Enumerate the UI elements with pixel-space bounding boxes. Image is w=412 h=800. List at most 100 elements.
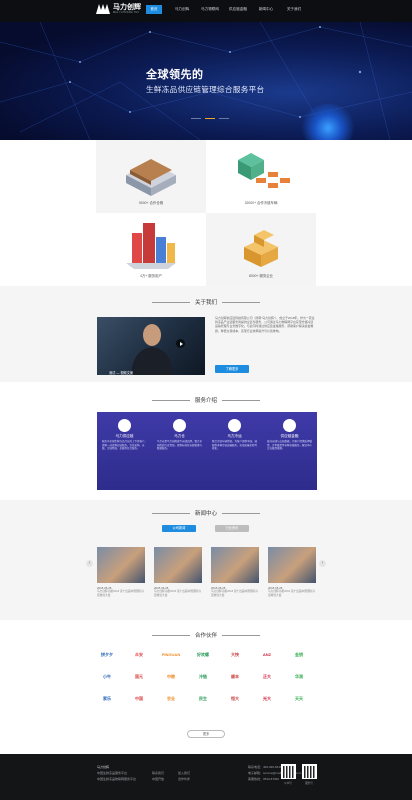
footer-col-brand: 马力创辉 中国生鲜冻品服务平台 中国生鲜冻品物联网服务平台 — [97, 764, 136, 782]
stat-label: 5000+ 合作仓储 — [138, 201, 164, 205]
service-title: 马力冷运 — [227, 434, 242, 438]
warehouse-icon — [173, 419, 186, 432]
stat-label: 4万+ 服务用户 — [140, 274, 162, 278]
partner-logo[interactable]: 冷链 — [192, 670, 214, 683]
play-icon[interactable] — [176, 339, 185, 348]
hero-title: 全球领先的 — [146, 69, 204, 81]
partner-logo[interactable]: 民生 — [192, 692, 214, 705]
carousel-indicators — [191, 118, 229, 120]
qr-code-service — [302, 764, 317, 779]
stat-enterprises: 8000+ 服务企业 — [206, 213, 316, 286]
about-more-button[interactable]: 了解更多 — [215, 365, 249, 373]
tab-company-news[interactable]: 公司新闻 — [162, 525, 196, 532]
footer-link[interactable]: 中国生鲜冻品物联网服务平台 — [97, 776, 136, 782]
main-nav: 首页 马力创辉 马力物联网 供应链金融 新闻中心 关于我们 — [146, 5, 308, 14]
brand-logo[interactable]: 马力创辉 MALI CHUANG HUI — [96, 4, 141, 14]
service-desc: 马力仓是马力创辉旗下仓储品牌，整合全国优质冷库资源，提供标准化仓储管理与数据服务… — [157, 440, 203, 451]
partner-logo[interactable]: 国元 — [128, 670, 150, 683]
partner-logo[interactable]: 众安 — [128, 648, 150, 661]
services-title: 服务介绍 — [0, 396, 412, 404]
nav-finance[interactable]: 供应链金融 — [224, 5, 252, 14]
partner-logo[interactable]: 金钥 — [288, 648, 310, 661]
news-card[interactable]: 2018-05-28 马力创辉亮相2018 第十四届中国国际冷链物流大会 — [97, 547, 145, 597]
partner-logo[interactable]: 中粮 — [160, 670, 182, 683]
nav-iot[interactable]: 马力物联网 — [196, 5, 224, 14]
service-title: 马力仓 — [174, 434, 185, 438]
carousel-dot-active[interactable] — [205, 118, 215, 120]
partner-logo[interactable]: 天天 — [288, 692, 310, 705]
hero-banner: 全球领先的 生鲜冻品供应链管理综合服务平台 — [0, 22, 412, 140]
service-card-cold-transport[interactable]: 马力冷运 整合冷链车辆资源，为客户提供干线、城配等多种冷链运输服务，实现运输全程… — [207, 412, 262, 490]
footer-link[interactable]: 中国开放 — [152, 776, 164, 782]
hero-subtitle: 生鲜冻品供应链管理综合服务平台 — [146, 85, 265, 94]
news-next-icon[interactable]: › — [319, 560, 326, 567]
footer-col-join: 加入我们 合作伙伴 — [178, 770, 190, 782]
supply-chain-icon — [118, 419, 131, 432]
partner-logo[interactable]: 中国 — [128, 692, 150, 705]
partner-logo[interactable]: 农业 — [160, 692, 182, 705]
partner-logo[interactable]: 华润 — [288, 670, 310, 683]
stat-warehouses: 5000+ 合作仓储 — [96, 140, 206, 213]
nav-news[interactable]: 新闻中心 — [252, 5, 280, 14]
service-card-finance[interactable]: 供应链金融 依托仓储与交易数据，为客户提供质押融资、订单融资等多种金融服务，解决… — [262, 412, 317, 490]
service-desc: 服务于全国生鲜冻品行业的上下游客户，提供一站式供应链服务，包括采购、仓储、冷链物… — [102, 440, 148, 451]
speaker-figure — [131, 324, 173, 375]
partners-title: 合作伙伴 — [0, 631, 412, 639]
partner-logo[interactable]: 大快 — [224, 648, 246, 661]
partner-logo[interactable]: ANZ — [256, 648, 278, 661]
news-title: 新闻中心 — [0, 509, 412, 517]
service-card-supply-chain[interactable]: 马力供应链 服务于全国生鲜冻品行业的上下游客户，提供一站式供应链服务，包括采购、… — [97, 412, 152, 490]
about-video[interactable] — [97, 317, 205, 375]
truck-fleet-icon — [238, 153, 290, 188]
service-title: 马力供应链 — [115, 434, 134, 438]
logo-icon — [96, 4, 110, 14]
stat-trucks: 32000+ 合作冷链车辆 — [206, 140, 316, 213]
nav-about[interactable]: 关于我们 — [280, 5, 308, 14]
partner-logo[interactable]: 顺丰 — [224, 670, 246, 683]
partners-more-button[interactable]: 更多 — [187, 730, 225, 738]
stat-users: 4万+ 服务用户 — [96, 213, 206, 286]
partner-logo[interactable]: 小牛 — [96, 670, 118, 683]
partner-logo[interactable]: 好欢螺 — [192, 648, 214, 661]
nav-home[interactable]: 首页 — [146, 5, 162, 14]
news-prev-icon[interactable]: ‹ — [86, 560, 93, 567]
stats-grid: 5000+ 合作仓储 32000+ 合作冷链车辆 4万+ 服务用户 8000+ … — [96, 140, 316, 286]
video-caption: 测试 — 视频文案 — [109, 371, 134, 375]
footer: 马力创辉 中国生鲜冻品服务平台 中国生鲜冻品物联网服务平台 联系我们 中国开放 … — [0, 754, 412, 800]
news-image — [154, 547, 202, 583]
partner-logo[interactable]: 拼夕夕 — [96, 648, 118, 661]
partner-logo[interactable]: 恒大 — [224, 692, 246, 705]
service-title: 供应链金融 — [280, 434, 299, 438]
carousel-dot[interactable] — [191, 118, 201, 120]
finance-icon — [283, 419, 296, 432]
footer-link[interactable]: 合作伙伴 — [178, 776, 190, 782]
partner-logo[interactable]: PINGUAN — [160, 648, 182, 661]
service-desc: 整合冷链车辆资源，为客户提供干线、城配等多种冷链运输服务，实现运输全程可视化。 — [212, 440, 258, 451]
news-image — [268, 547, 316, 583]
partner-logo[interactable]: 正大 — [256, 670, 278, 683]
service-card-warehouse[interactable]: 马力仓 马力仓是马力创辉旗下仓储品牌，整合全国优质冷库资源，提供标准化仓储管理与… — [152, 412, 207, 490]
tab-industry-news[interactable]: 行业资讯 — [215, 525, 249, 532]
service-desc: 依托仓储与交易数据，为客户提供质押融资、订单融资等多种金融服务，解决中小企业融资… — [267, 440, 313, 451]
news-card[interactable]: 2018-05-28 马力创辉亮相2018 第十四届中国国际冷链物流大会 — [211, 547, 259, 597]
news-card[interactable]: 2018-05-28 马力创辉亮相2018 第十四届中国国际冷链物流大会 — [154, 547, 202, 597]
footer-col-contact: 联系我们 中国开放 — [152, 770, 164, 782]
stat-label: 32000+ 合作冷链车辆 — [244, 201, 278, 205]
news-headline: 马力创辉亮相2018 第十四届中国国际冷链物流大会 — [97, 590, 145, 597]
news-image — [211, 547, 259, 583]
warehouse-icon — [126, 159, 176, 196]
top-bar: 马力创辉 MALI CHUANG HUI 首页 马力创辉 马力物联网 供应链金融… — [0, 0, 412, 22]
news-headline: 马力创辉亮相2018 第十四届中国国际冷链物流大会 — [268, 590, 316, 597]
partner-logo[interactable]: 光大 — [256, 692, 278, 705]
nav-brand[interactable]: 马力创辉 — [168, 5, 196, 14]
news-headline: 马力创辉亮相2018 第十四届中国国际冷链物流大会 — [211, 590, 259, 597]
truck-icon — [228, 419, 241, 432]
city-buildings-icon — [126, 223, 176, 269]
brand-name: 马力创辉 — [113, 4, 141, 11]
news-headline: 马力创辉亮相2018 第十四届中国国际冷链物流大会 — [154, 590, 202, 597]
news-card[interactable]: 2018-05-28 马力创辉亮相2018 第十四届中国国际冷链物流大会 — [268, 547, 316, 597]
partner-logo[interactable]: 家乐 — [96, 692, 118, 705]
carousel-dot[interactable] — [219, 118, 229, 120]
boxes-icon — [244, 230, 278, 267]
qr-label: 服务号 — [305, 782, 313, 785]
